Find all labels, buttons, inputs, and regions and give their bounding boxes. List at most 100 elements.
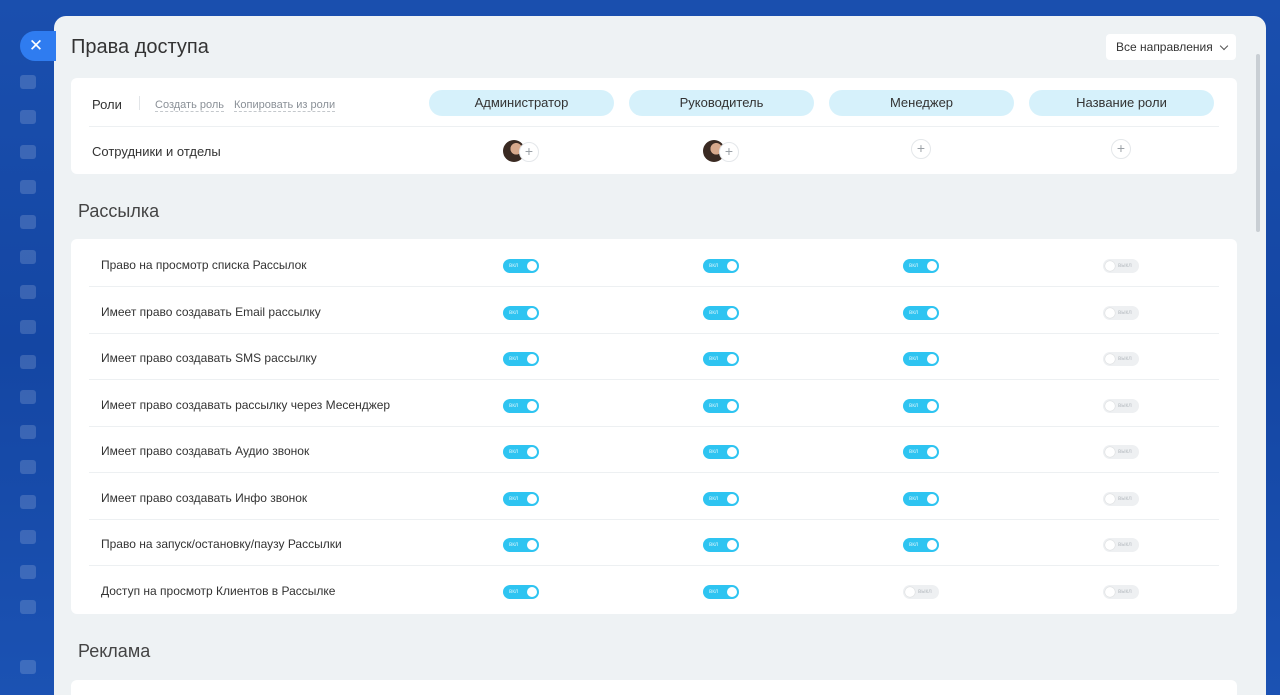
access-rights-panel: Права доступа Все направления Роли Созда…: [54, 16, 1266, 695]
permission-toggle[interactable]: вкл: [703, 398, 739, 413]
toggle-knob: [1105, 354, 1115, 364]
permission-toggle[interactable]: вкл: [503, 445, 539, 459]
toggle-knob: [927, 447, 937, 457]
permission-toggle[interactable]: вкл: [703, 305, 739, 320]
toggle-state-label: выкл: [1118, 542, 1132, 548]
permission-toggle[interactable]: вкл: [503, 491, 539, 506]
permission-label: Право на просмотр списка Рассылок: [101, 258, 307, 272]
roles-header-row: Роли Создать роль Копировать из роли Адм…: [71, 78, 1237, 126]
role-column-administrator[interactable]: Администратор: [429, 90, 614, 116]
add-staff-button[interactable]: +: [1111, 139, 1131, 159]
permission-toggle[interactable]: выкл: [1103, 445, 1139, 459]
toggle-knob: [527, 400, 537, 411]
toggle-knob: [727, 447, 737, 457]
permission-toggle[interactable]: вкл: [503, 584, 539, 599]
toggle-knob: [727, 354, 737, 364]
toggle-knob: [927, 400, 937, 411]
permission-label: Имеет право создавать Аудио звонок: [101, 444, 310, 458]
permission-toggle[interactable]: выкл: [1103, 352, 1139, 366]
permission-row: Доступ на просмотр Клиентов в Рассылке вк…: [71, 567, 1237, 613]
permission-label: Право на запуск/остановку/паузу Рассылки: [101, 537, 342, 551]
permission-row: Право на запуск/остановку/паузу Рассылки…: [71, 520, 1237, 566]
toggle-state-label: вкл: [909, 542, 919, 548]
copy-from-role-link[interactable]: Копировать из роли: [234, 99, 336, 112]
toggle-state-label: вкл: [709, 495, 719, 502]
permission-toggle[interactable]: вкл: [503, 259, 539, 273]
toggle-knob: [527, 540, 537, 550]
toggle-state-label: вкл: [709, 449, 719, 455]
toggle-knob: [1105, 261, 1115, 271]
permission-toggle[interactable]: вкл: [703, 538, 739, 552]
permission-toggle[interactable]: вкл: [903, 305, 939, 320]
toggle-knob: [727, 586, 737, 597]
background-sidebar: [0, 0, 54, 695]
page-title: Права доступа: [71, 36, 209, 58]
permission-toggle[interactable]: выкл: [903, 584, 939, 599]
toggle-knob: [927, 261, 937, 271]
permission-toggle[interactable]: вкл: [503, 352, 539, 366]
permission-toggle[interactable]: вкл: [703, 445, 739, 459]
permission-label: Имеет право создавать рассылку через Мес…: [101, 397, 391, 412]
toggle-knob: [1105, 400, 1115, 411]
permission-toggle[interactable]: вкл: [703, 584, 739, 599]
add-staff-button[interactable]: +: [519, 142, 539, 162]
permission-row: Имеет право создавать Аудио звонок вкл вкл…: [71, 427, 1237, 473]
toggle-knob: [905, 586, 915, 597]
role-column-role-name[interactable]: Название роли: [1029, 90, 1214, 116]
permission-toggle[interactable]: вкл: [903, 352, 939, 366]
permission-toggle[interactable]: вкл: [903, 259, 939, 273]
staff-avatar-group: +: [503, 140, 543, 162]
mailing-permissions-card: Право на просмотр списка Рассылок вкл вкл в…: [71, 239, 1237, 614]
permission-toggle[interactable]: вкл: [903, 398, 939, 413]
permission-toggle[interactable]: выкл: [1103, 538, 1139, 552]
direction-select[interactable]: Все направления: [1106, 34, 1236, 60]
create-role-link[interactable]: Создать роль: [155, 99, 225, 112]
toggle-state-label: вкл: [509, 402, 519, 409]
toggle-knob: [1105, 493, 1115, 504]
toggle-state-label: выкл: [1118, 309, 1132, 316]
permission-toggle[interactable]: вкл: [703, 259, 739, 273]
permission-toggle[interactable]: выкл: [1103, 491, 1139, 506]
permission-toggle[interactable]: вкл: [703, 352, 739, 366]
permission-row: Имеет право создавать рассылку через Мес…: [71, 381, 1237, 427]
scrollbar[interactable]: [1256, 54, 1260, 232]
permission-toggle[interactable]: вкл: [903, 491, 939, 506]
permission-label: Имеет право создавать Инфо звонок: [101, 490, 308, 505]
role-column-supervisor[interactable]: Руководитель: [629, 90, 814, 116]
divider: [139, 96, 140, 110]
permission-label: Доступ на просмотр Клиентов в Рассылке: [101, 583, 336, 598]
add-staff-button[interactable]: +: [719, 142, 739, 162]
toggle-state-label: вкл: [909, 402, 919, 409]
permission-toggle[interactable]: вкл: [903, 538, 939, 552]
permission-toggle[interactable]: выкл: [1103, 398, 1139, 413]
direction-select-value: Все направления: [1116, 40, 1213, 54]
permission-toggle[interactable]: вкл: [903, 445, 939, 459]
permission-toggle[interactable]: вкл: [503, 538, 539, 552]
permission-label: Имеет право создавать Email рассылку: [101, 304, 321, 319]
close-button[interactable]: ✕: [20, 31, 56, 61]
toggle-knob: [927, 354, 937, 364]
toggle-state-label: вкл: [709, 588, 719, 595]
toggle-knob: [927, 493, 937, 504]
toggle-knob: [527, 493, 537, 504]
toggle-knob: [527, 447, 537, 457]
toggle-state-label: вкл: [909, 263, 919, 269]
advertising-permissions-card: [71, 680, 1237, 695]
add-staff-button[interactable]: +: [911, 139, 931, 159]
permission-toggle[interactable]: выкл: [1103, 584, 1139, 599]
toggle-state-label: вкл: [509, 588, 519, 595]
toggle-knob: [527, 307, 537, 318]
permission-toggle[interactable]: вкл: [503, 398, 539, 413]
role-column-manager[interactable]: Менеджер: [829, 90, 1014, 116]
toggle-knob: [1105, 586, 1115, 597]
toggle-knob: [1105, 447, 1115, 457]
permission-toggle[interactable]: вкл: [503, 305, 539, 320]
permission-toggle[interactable]: выкл: [1103, 305, 1139, 320]
permission-toggle[interactable]: вкл: [703, 491, 739, 506]
permission-row: Имеет право создавать Email рассылку вкл в…: [71, 288, 1237, 334]
toggle-state-label: вкл: [509, 449, 519, 455]
permission-row: Право на просмотр списка Рассылок вкл вкл в…: [71, 241, 1237, 287]
permission-toggle[interactable]: выкл: [1103, 259, 1139, 273]
toggle-knob: [527, 354, 537, 364]
toggle-state-label: вкл: [509, 263, 519, 269]
